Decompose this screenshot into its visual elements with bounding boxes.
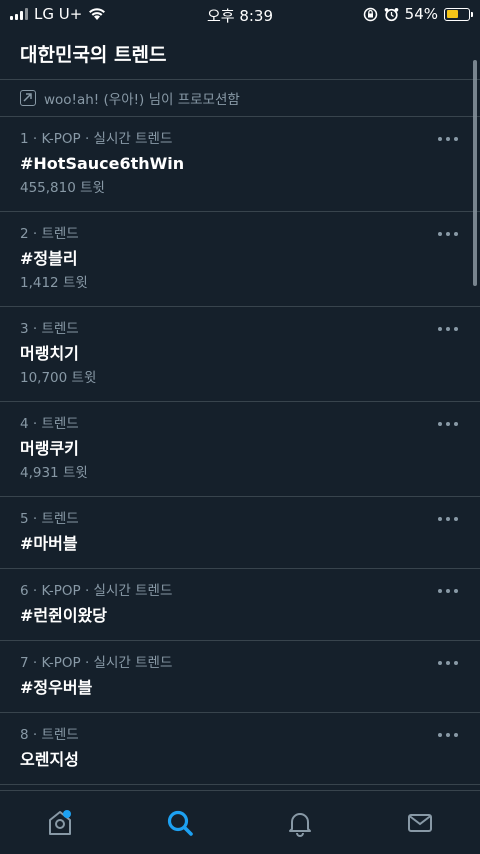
more-icon[interactable] <box>438 133 458 145</box>
more-icon[interactable] <box>438 729 458 741</box>
wifi-icon <box>89 8 106 20</box>
tab-notifications[interactable] <box>270 798 330 848</box>
scrollbar[interactable] <box>473 60 477 286</box>
tab-home[interactable] <box>30 798 90 848</box>
promoted-text: woo!ah! (우아!) 님이 프로모션함 <box>44 92 240 108</box>
trend-item[interactable]: 8 · 트렌드 오렌지성 <box>0 713 480 785</box>
promoted-trend[interactable]: woo!ah! (우아!) 님이 프로모션함 <box>0 80 480 117</box>
page-title: 대한민국의 트렌드 <box>20 44 167 66</box>
trend-name: 오렌지성 <box>20 750 79 769</box>
carrier-label: LG U+ <box>34 5 83 23</box>
trend-item[interactable]: 4 · 트렌드 머랭쿠키 4,931 트윗 <box>0 402 480 497</box>
alarm-icon <box>384 7 398 21</box>
more-icon[interactable] <box>438 418 458 430</box>
trend-item[interactable]: 1 · K-POP · 실시간 트렌드 #HotSauce6thWin 455,… <box>0 117 480 212</box>
trend-item[interactable]: 2 · 트렌드 #정블리 1,412 트윗 <box>0 212 480 307</box>
trend-meta: 4 · 트렌드 <box>20 416 79 432</box>
trend-item[interactable]: 6 · K-POP · 실시간 트렌드 #런쥔이왔당 <box>0 569 480 641</box>
trend-meta: 6 · K-POP · 실시간 트렌드 <box>20 583 173 599</box>
status-bar: LG U+ 오후 8:39 54% <box>0 0 480 28</box>
trend-name: #정블리 <box>20 249 78 268</box>
trend-meta: 3 · 트렌드 <box>20 321 79 337</box>
search-icon <box>167 810 193 836</box>
notifications-icon <box>289 812 311 837</box>
messages-icon <box>408 813 432 832</box>
battery-icon <box>444 7 473 21</box>
trend-meta: 8 · 트렌드 <box>20 727 79 743</box>
trend-name: #런쥔이왔당 <box>20 606 108 625</box>
trend-name: #정우버블 <box>20 678 93 697</box>
more-icon[interactable] <box>438 657 458 669</box>
trend-meta: 5 · 트렌드 <box>20 511 79 527</box>
trend-count: 455,810 트윗 <box>20 180 105 196</box>
trend-list: 1 · K-POP · 실시간 트렌드 #HotSauce6thWin 455,… <box>0 117 480 785</box>
trend-item[interactable]: 5 · 트렌드 #마버블 <box>0 497 480 569</box>
trend-count: 1,412 트윗 <box>20 275 88 291</box>
trend-item[interactable]: 3 · 트렌드 머랭치기 10,700 트윗 <box>0 307 480 402</box>
trend-meta: 7 · K-POP · 실시간 트렌드 <box>20 655 173 671</box>
trend-count: 10,700 트윗 <box>20 370 97 386</box>
more-icon[interactable] <box>438 585 458 597</box>
trend-name: #마버블 <box>20 534 78 553</box>
signal-icon <box>10 8 28 20</box>
battery-percentage: 54% <box>404 5 438 23</box>
promoted-icon <box>20 90 36 106</box>
trend-count: 4,931 트윗 <box>20 465 88 481</box>
trend-name: #HotSauce6thWin <box>20 154 185 173</box>
more-icon[interactable] <box>438 513 458 525</box>
trend-meta: 2 · 트렌드 <box>20 226 79 242</box>
trend-meta: 1 · K-POP · 실시간 트렌드 <box>20 131 173 147</box>
tab-search[interactable] <box>150 798 210 848</box>
more-icon[interactable] <box>438 228 458 240</box>
new-content-dot <box>63 809 71 818</box>
bottom-tab-bar <box>0 790 480 854</box>
trend-name: 머랭쿠키 <box>20 439 79 458</box>
orientation-lock-icon <box>363 7 377 21</box>
trend-item[interactable]: 7 · K-POP · 실시간 트렌드 #정우버블 <box>0 641 480 713</box>
trend-name: 머랭치기 <box>20 344 79 363</box>
tab-messages[interactable] <box>390 798 450 848</box>
page-header: 대한민국의 트렌드 <box>0 28 480 80</box>
more-icon[interactable] <box>438 323 458 335</box>
